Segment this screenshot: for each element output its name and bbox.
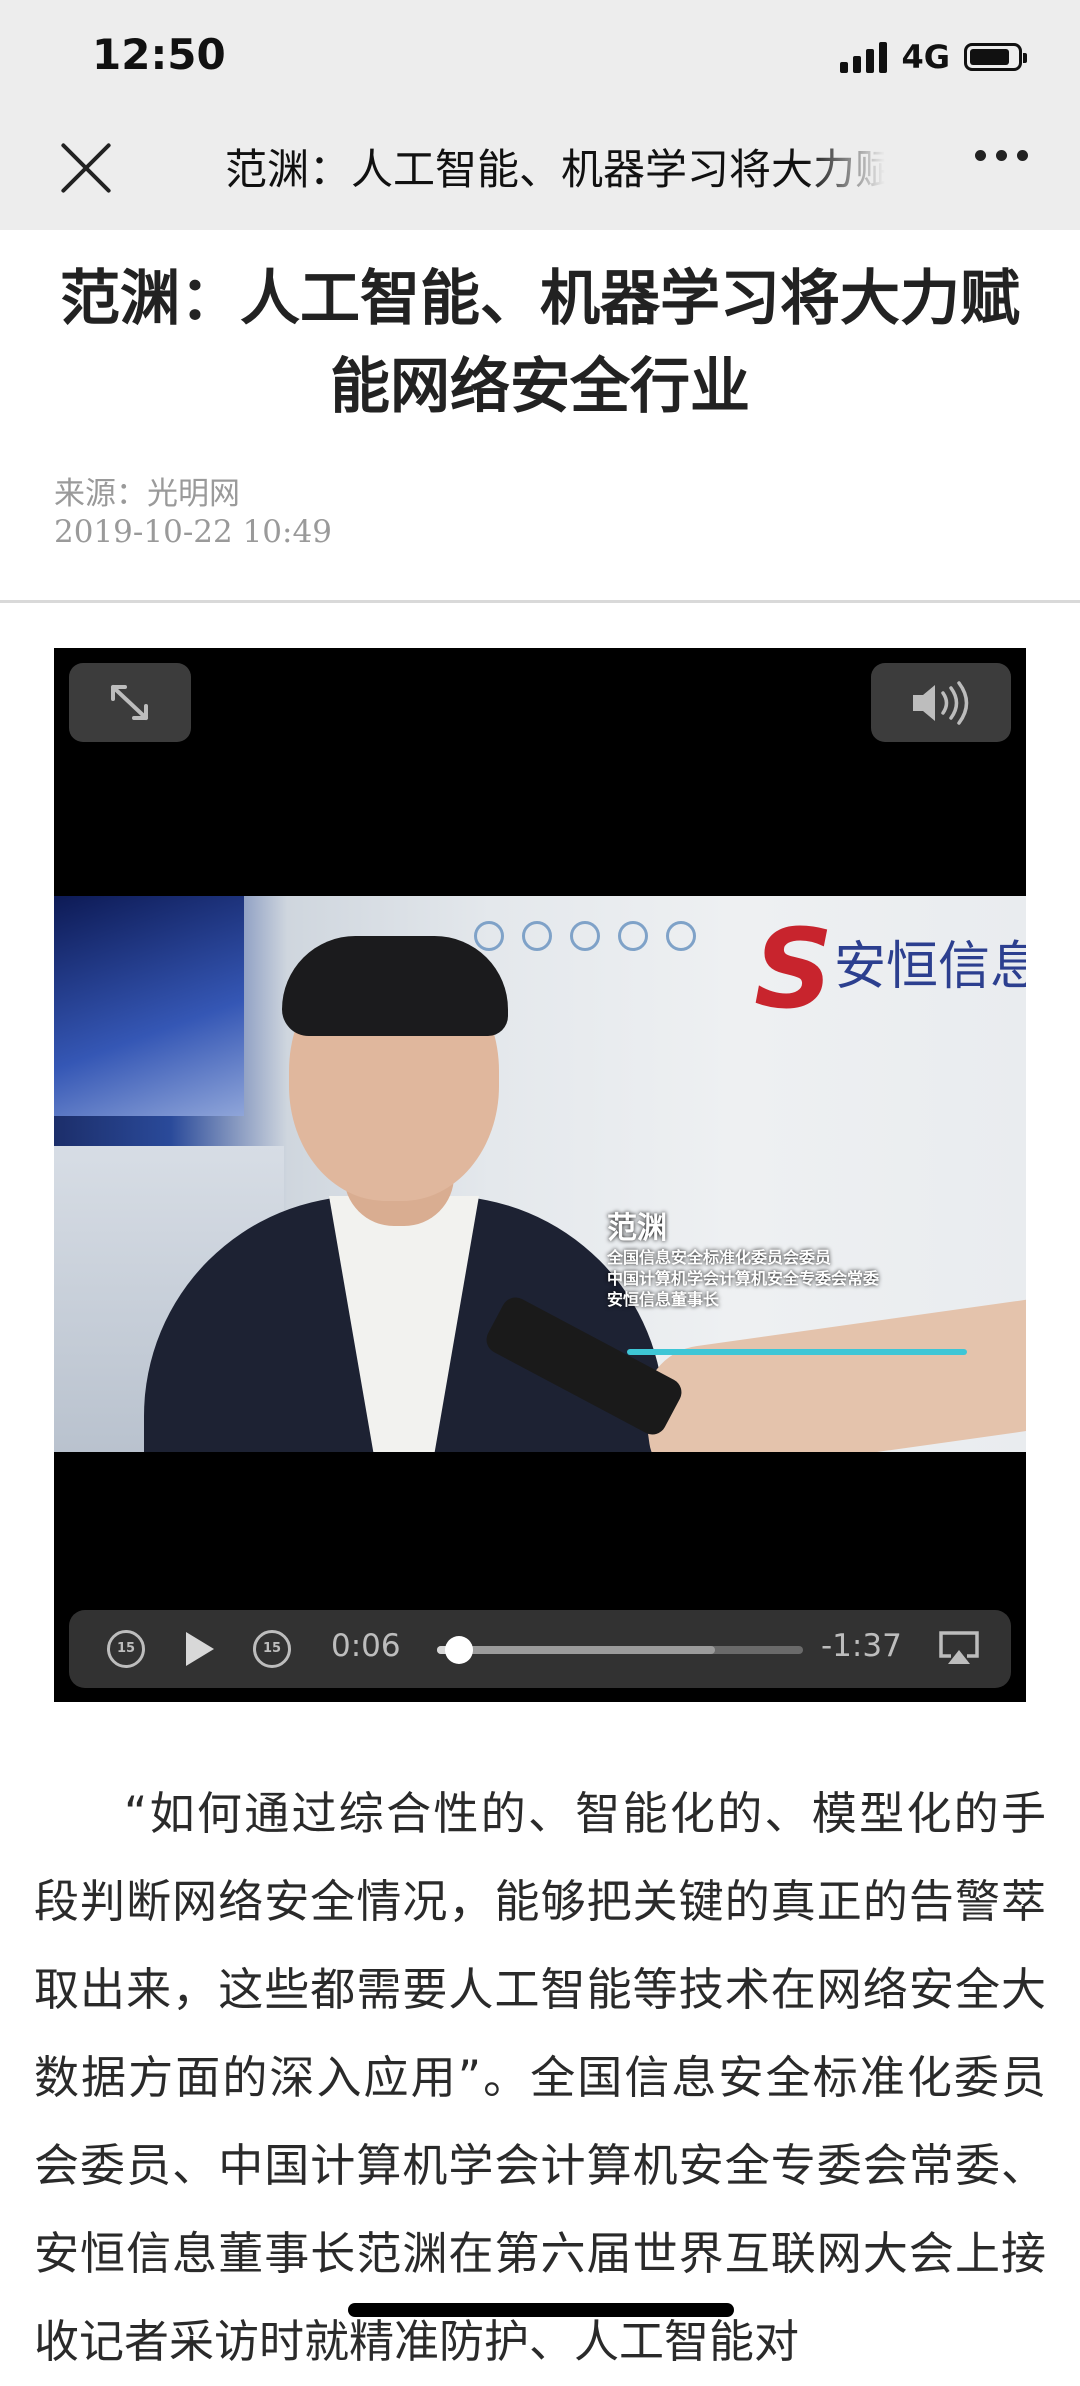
interviewer-hand <box>636 1298 1026 1452</box>
caption-line: 安恒信息董事长 <box>607 1290 720 1309</box>
backdrop-logo-text: 安恒信息 <box>834 937 1026 997</box>
backdrop-screen <box>54 896 244 1116</box>
video-player[interactable]: S 安恒信息 范渊 全国信息安全标准化委员会委员 中国计算机学会计算机安全专委会… <box>54 648 1026 1702</box>
top-bar: 12:50 4G 范渊：人工智能、机器学习将大力赋能网络安全行业 <box>0 0 1080 230</box>
skip-back-icon[interactable]: 15 <box>107 1630 145 1668</box>
expand-icon <box>111 685 148 720</box>
remaining-time: -1:37 <box>821 1628 902 1664</box>
play-icon[interactable] <box>186 1632 214 1666</box>
article-date: 2019-10-22 10:49 <box>54 514 332 550</box>
caption-bar <box>627 1349 967 1355</box>
airplay-icon[interactable] <box>937 1630 981 1666</box>
article-headline: 范渊：人工智能、机器学习将大力赋能网络安全行业 <box>60 264 1020 422</box>
divider <box>0 600 1080 603</box>
caption-name: 范渊 <box>607 1211 667 1246</box>
person-hair <box>282 936 508 1036</box>
expand-button[interactable] <box>69 663 191 742</box>
video-controls: 15 15 0:06 -1:37 <box>69 1610 1011 1688</box>
current-time: 0:06 <box>331 1628 401 1664</box>
status-indicators: 4G <box>840 38 1027 76</box>
article-body: “如何通过综合性的、智能化的、模型化的手段判断网络安全情况，能够把关键的真正的告… <box>34 1787 1046 2368</box>
caption-line: 中国计算机学会计算机安全专委会常委 <box>607 1269 880 1288</box>
home-indicator[interactable] <box>348 2303 734 2317</box>
more-horizontal-icon[interactable] <box>975 150 1028 161</box>
battery-icon <box>964 43 1027 71</box>
article-source: 来源：光明网 <box>54 476 240 512</box>
skip-forward-icon[interactable]: 15 <box>253 1630 291 1668</box>
battery-level <box>970 49 1010 65</box>
backdrop-icons <box>474 921 696 951</box>
nav-title: 范渊：人工智能、机器学习将大力赋能网络安全行业 <box>225 145 885 194</box>
signal-icon <box>840 41 888 73</box>
airplay-glyph <box>939 1631 979 1664</box>
progress-knob[interactable] <box>444 1636 473 1664</box>
backdrop-logo-mark: S <box>754 905 834 1033</box>
video-frame: S 安恒信息 范渊 全国信息安全标准化委员会委员 中国计算机学会计算机安全专委会… <box>54 896 1026 1452</box>
close-icon[interactable] <box>58 140 114 196</box>
buffered-bar <box>437 1646 716 1654</box>
volume-button[interactable] <box>871 663 1011 742</box>
caption-line: 全国信息安全标准化委员会委员 <box>607 1248 832 1267</box>
status-time: 12:50 <box>92 30 226 79</box>
progress-slider[interactable] <box>437 1636 803 1664</box>
network-type: 4G <box>901 38 950 76</box>
video-caption: 范渊 全国信息安全标准化委员会委员 中国计算机学会计算机安全专委会常委 安恒信息… <box>607 1211 967 1355</box>
volume-icon <box>913 681 969 725</box>
